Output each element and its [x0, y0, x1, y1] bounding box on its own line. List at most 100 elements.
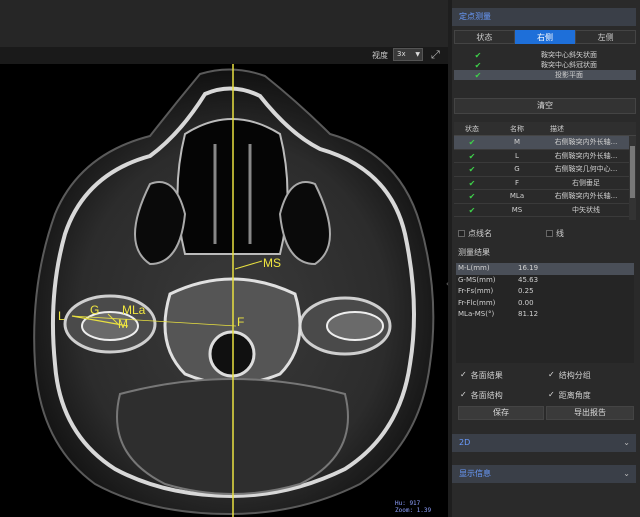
result-row[interactable]: MLa-MS(°) 81.12: [456, 309, 634, 321]
section-title: 定点测量: [459, 12, 491, 21]
points-table: 状态 名称 描述 ✔ M 右侧鞍突内外长轴... ✔ L 右侧鞍突内外长轴... ✔ G 右…: [454, 122, 636, 220]
result-row[interactable]: Fr-Fs(mm) 0.25: [456, 286, 634, 298]
row-desc: 右侧垂足: [572, 178, 600, 187]
table-row[interactable]: ✔ L 右侧鞍突内外长轴...: [454, 150, 636, 163]
check-icon[interactable]: ✔: [454, 61, 502, 70]
result-row[interactable]: Fr-Flc(mm) 0.00: [456, 298, 634, 310]
list-item-label: 鞍突中心斜矢状面: [541, 51, 597, 59]
table-row[interactable]: ✔ MLa 右侧鞍突内外长轴...: [454, 190, 636, 204]
result-row[interactable]: G-MS(mm) 45.63: [456, 275, 634, 287]
result-value: 45.63: [518, 275, 539, 284]
ct-scan-graphic: [33, 64, 435, 517]
chevron-down-icon: ⌄: [623, 438, 630, 447]
check-icon[interactable]: ✓: [460, 390, 467, 401]
result-key: M-L(mm): [458, 264, 490, 272]
export-report-button[interactable]: 导出报告: [546, 406, 634, 420]
check-icon[interactable]: ✓: [548, 390, 555, 401]
check-structure-group[interactable]: ✓ 结构分组: [548, 370, 591, 381]
checkbox[interactable]: [546, 230, 553, 237]
tab-left[interactable]: 左侧: [575, 30, 637, 44]
column-header: 描述: [550, 125, 564, 133]
option-point-name[interactable]: 点线名: [458, 228, 492, 239]
chevron-down-icon: ⌄: [623, 469, 630, 478]
section-2d[interactable]: 2D ⌄: [452, 434, 636, 452]
check-label: 距离角度: [558, 391, 591, 400]
row-name: M: [513, 138, 521, 146]
check-label: 各面结果: [470, 371, 503, 380]
zoom-select[interactable]: 3x ▼: [393, 48, 423, 61]
check-all-structures[interactable]: ✓ 各面结构: [460, 390, 503, 401]
result-row[interactable]: M-L(mm) 16.19: [456, 263, 634, 275]
clear-button[interactable]: 清空: [454, 98, 636, 114]
right-panel: 定点测量 状态 右侧 左侧 ✔ 鞍突中心斜矢状面 ✔ 鞍突中心斜冠状面 ✔ 投影平面 …: [452, 0, 640, 517]
row-desc: 中矢状线: [572, 205, 600, 214]
save-button[interactable]: 保存: [458, 406, 544, 420]
list-item[interactable]: ✔ 投影平面: [454, 70, 636, 80]
check-icon[interactable]: ✔: [454, 51, 502, 60]
option-label: 点线名: [468, 229, 492, 238]
table-header: 状态 名称 描述: [454, 122, 636, 136]
row-name: MS: [511, 205, 523, 214]
row-name: L: [515, 151, 519, 160]
row-desc: 右侧鞍突内外长轴...: [554, 151, 618, 160]
list-item[interactable]: ✔ 鞍突中心斜矢状面: [454, 50, 636, 60]
hu-value: Hu: 917: [395, 500, 421, 507]
option-label: 线: [556, 229, 564, 238]
viewer-header: [0, 0, 448, 47]
label-l: L: [58, 309, 65, 323]
check-icon[interactable]: ✔: [454, 204, 490, 217]
row-name: G: [514, 165, 520, 173]
table-row[interactable]: ✔ G 右侧鞍突几何中心...: [454, 163, 636, 177]
hu-readout: Hu: 917 Zoom: 1.39: [395, 500, 431, 514]
result-value: 0.25: [518, 287, 534, 295]
tab-right[interactable]: 右侧: [514, 30, 576, 44]
section-display-info[interactable]: 显示信息 ⌄: [452, 465, 636, 483]
viewer-toolbar: 视度 3x ▼ ⤢: [0, 47, 448, 64]
check-label: 各面结构: [470, 391, 503, 400]
check-icon[interactable]: ✓: [548, 370, 555, 381]
table-row[interactable]: ✔ M 右侧鞍突内外长轴...: [454, 136, 636, 150]
check-icon[interactable]: ✔: [454, 150, 490, 163]
result-key: Fr-Fs(mm): [458, 287, 494, 295]
row-name: F: [514, 178, 520, 187]
check-label: 结构分组: [558, 371, 591, 380]
result-key: Fr-Flc(mm): [458, 298, 496, 307]
row-desc: 右侧鞍突内外长轴...: [554, 138, 618, 146]
results-title: 测量结果: [458, 248, 490, 257]
results-list: M-L(mm) 16.19 G-MS(mm) 45.63 Fr-Fs(mm) 0.25…: [456, 263, 634, 363]
row-desc: 右侧鞍突内外长轴...: [554, 192, 618, 200]
chevron-down-icon: ▼: [415, 51, 420, 58]
zoom-value: 3x: [397, 50, 406, 58]
result-key: MLa-MS(°): [458, 310, 495, 318]
table-row[interactable]: ✔ MS 中矢状线: [454, 204, 636, 217]
side-tabs: 状态 右侧 左侧: [454, 30, 637, 44]
check-icon[interactable]: ✔: [454, 177, 490, 190]
label-mla: MLa: [122, 303, 146, 317]
section-point-measurement[interactable]: 定点测量: [452, 8, 636, 26]
scrollbar-thumb[interactable]: [630, 146, 635, 198]
expand-icon[interactable]: ⤢: [431, 49, 443, 61]
table-scrollbar[interactable]: [629, 136, 636, 220]
check-icon[interactable]: ✔: [454, 136, 490, 149]
check-icon[interactable]: ✔: [454, 190, 490, 203]
check-distance-angle[interactable]: ✓ 距离角度: [548, 390, 591, 401]
check-icon[interactable]: ✔: [454, 71, 502, 80]
check-all-results[interactable]: ✓ 各面结果: [460, 370, 503, 381]
ct-image[interactable]: MS L G MLa M F Hu: 917 Zoom: 1.39: [0, 64, 448, 517]
result-value: 81.12: [518, 310, 539, 318]
check-icon[interactable]: ✔: [454, 163, 490, 176]
label-f: F: [237, 315, 245, 329]
result-value: 16.19: [518, 264, 539, 272]
result-value: 0.00: [518, 298, 534, 307]
checkbox[interactable]: [458, 230, 465, 237]
check-icon[interactable]: ✓: [460, 370, 467, 381]
zoom-value-readout: Zoom: 1.39: [395, 507, 432, 514]
row-name: MLa: [509, 192, 525, 200]
label-g: G: [90, 303, 100, 317]
option-line[interactable]: 线: [546, 228, 564, 239]
tab-status[interactable]: 状态: [454, 30, 515, 44]
list-item[interactable]: ✔ 鞍突中心斜冠状面: [454, 60, 636, 70]
table-row[interactable]: ✔ F 右侧垂足: [454, 177, 636, 190]
image-viewer: 视度 3x ▼ ⤢ MS L G MLa M F Hu: 917 Zoom: 1…: [0, 0, 449, 517]
column-header: 状态: [465, 125, 479, 133]
